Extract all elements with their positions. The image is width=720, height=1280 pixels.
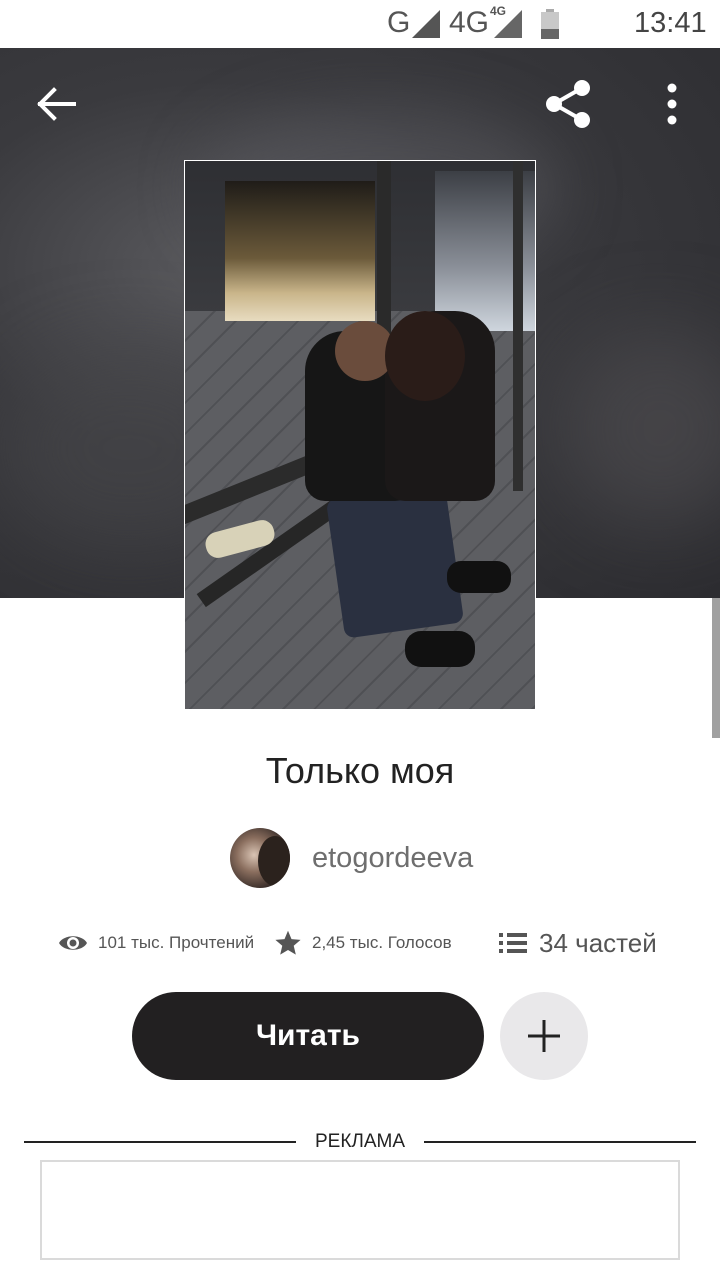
cover-shoe-1 (405, 631, 475, 667)
cover-shoe-2 (447, 561, 511, 593)
cover-head-2 (385, 311, 465, 401)
cover-image (185, 161, 535, 709)
avatar[interactable] (230, 828, 290, 888)
share-icon[interactable] (540, 78, 596, 130)
avatar-hair (258, 836, 290, 886)
parts-count[interactable]: 34 частей (539, 928, 657, 959)
parts-stat[interactable]: 34 частей (499, 925, 657, 961)
star-icon (275, 930, 301, 955)
add-to-library-button[interactable] (500, 992, 588, 1080)
votes-stat: 2,45 тыс. Голосов (274, 925, 452, 961)
ad-banner[interactable] (40, 1160, 680, 1260)
cover-pole-2 (513, 161, 523, 491)
reads-count: 101 тыс. Прочтений (98, 933, 255, 952)
ad-divider-left (24, 1141, 296, 1143)
plus-icon (528, 1020, 560, 1052)
battery-icon (541, 9, 559, 39)
cover-storefront (225, 181, 375, 321)
hero-blur (560, 328, 720, 528)
ad-divider-right (424, 1141, 696, 1143)
ad-label: РЕКЛАМА (314, 1131, 406, 1152)
clock: 13:41 (634, 7, 707, 39)
story-title: Только моя (265, 750, 455, 791)
eye-icon (59, 936, 87, 950)
signal-icon (412, 10, 440, 38)
network-type-4g: 4G (449, 6, 490, 39)
story-stats: 101 тыс. Прочтений 2,45 тыс. Голосов 34 … (58, 925, 678, 961)
story-cover[interactable] (184, 160, 536, 710)
network-type: G (387, 6, 411, 39)
signal-icon-2 (494, 10, 522, 38)
more-vertical-icon[interactable] (652, 80, 692, 128)
list-icon (499, 933, 527, 953)
author-link[interactable]: etogordeeva (230, 828, 473, 888)
arrow-left-icon[interactable] (30, 80, 82, 128)
read-button[interactable]: Читать (132, 992, 484, 1080)
reads-stat: 101 тыс. Прочтений (58, 925, 254, 961)
votes-count: 2,45 тыс. Голосов (312, 933, 452, 952)
scrollbar[interactable] (712, 598, 720, 738)
status-bar: G 4G 4G 13:41 (0, 0, 720, 48)
cover-legs (325, 483, 465, 639)
author-name[interactable]: etogordeeva (312, 842, 473, 875)
